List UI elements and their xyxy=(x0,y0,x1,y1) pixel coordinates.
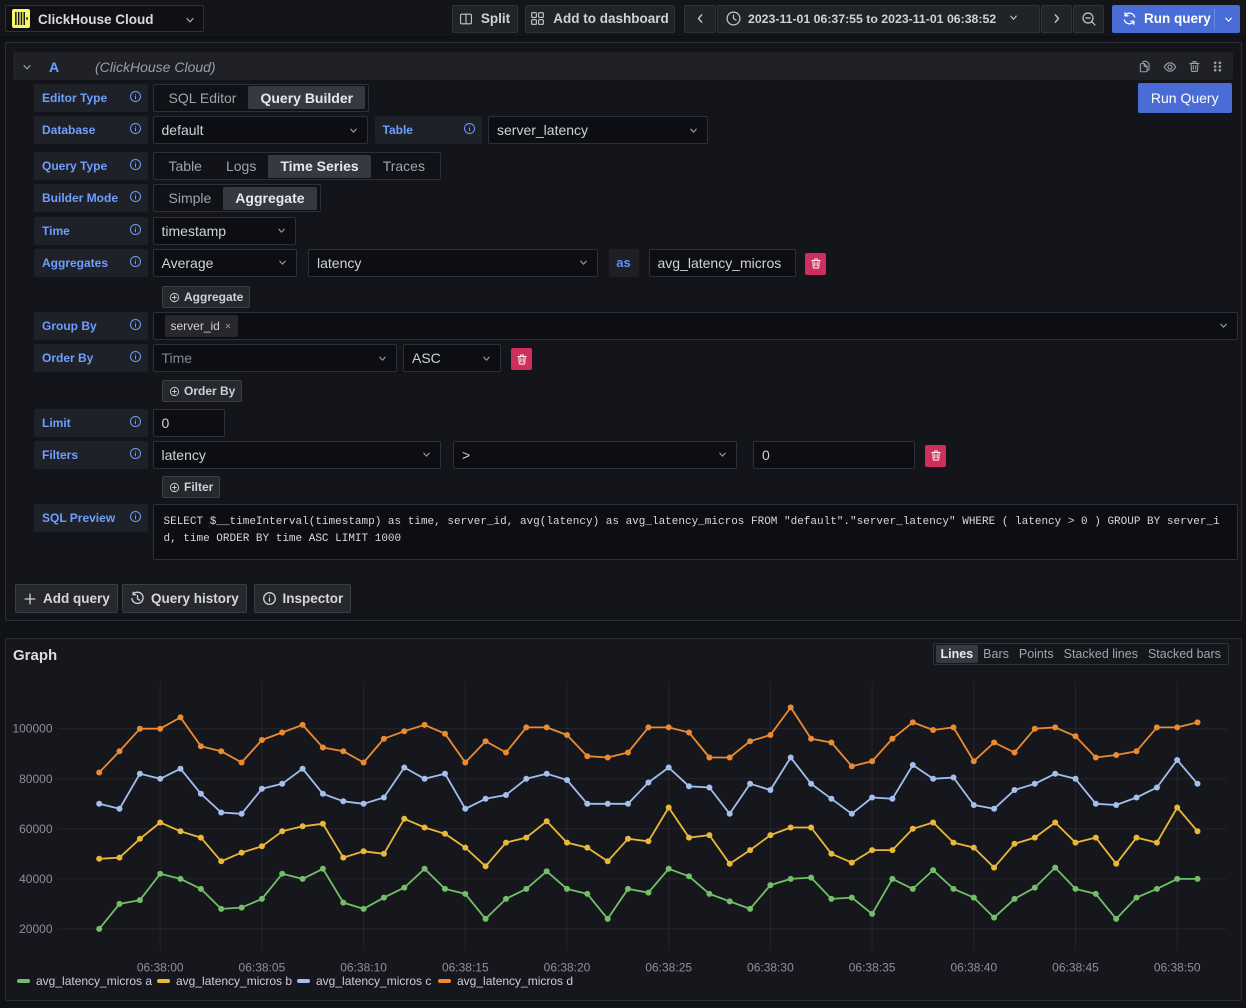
svg-text:06:38:20: 06:38:20 xyxy=(543,961,590,975)
svg-text:06:38:00: 06:38:00 xyxy=(136,961,183,975)
svg-text:100000: 100000 xyxy=(12,722,52,736)
svg-text:06:38:30: 06:38:30 xyxy=(747,961,794,975)
svg-text:40000: 40000 xyxy=(19,872,53,886)
svg-text:80000: 80000 xyxy=(19,772,53,786)
svg-text:06:38:45: 06:38:45 xyxy=(1052,961,1099,975)
svg-text:06:38:15: 06:38:15 xyxy=(441,961,488,975)
svg-text:60000: 60000 xyxy=(19,822,53,836)
svg-text:06:38:50: 06:38:50 xyxy=(1153,961,1200,975)
svg-text:06:38:35: 06:38:35 xyxy=(848,961,895,975)
svg-text:06:38:40: 06:38:40 xyxy=(950,961,997,975)
svg-text:06:38:05: 06:38:05 xyxy=(238,961,285,975)
svg-text:06:38:25: 06:38:25 xyxy=(645,961,692,975)
svg-text:20000: 20000 xyxy=(19,922,53,936)
svg-text:06:38:10: 06:38:10 xyxy=(340,961,387,975)
